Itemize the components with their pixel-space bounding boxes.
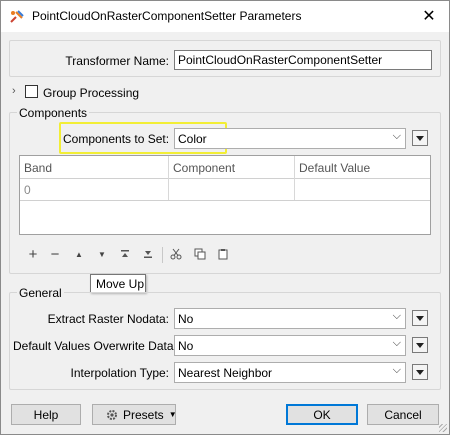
move-down-icon[interactable]: ▼: [95, 247, 109, 261]
interpolation-value: Nearest Neighbor: [178, 366, 273, 380]
parameters-dialog: PointCloudOnRasterComponentSetter Parame…: [0, 0, 450, 435]
overwrite-value: No: [178, 339, 194, 353]
components-table: Band Component Default Value 0: [19, 155, 431, 235]
gear-icon: [105, 408, 119, 422]
paste-icon[interactable]: [216, 247, 230, 261]
resize-grip[interactable]: [439, 424, 447, 432]
add-icon[interactable]: +: [26, 246, 40, 263]
close-icon[interactable]: ✕: [415, 4, 443, 28]
group-processing-label: Group Processing: [43, 86, 140, 100]
interpolation-select[interactable]: Nearest Neighbor ⌵: [174, 362, 406, 383]
group-processing-checkbox[interactable]: [25, 85, 38, 98]
triangle-down-icon: [416, 315, 424, 321]
triangle-down-icon: ▼: [168, 410, 177, 419]
cut-icon[interactable]: [169, 247, 183, 261]
triangle-down-icon: [416, 369, 424, 375]
chevron-down-icon: ⌵: [392, 364, 401, 376]
table-row[interactable]: 0: [20, 178, 430, 201]
column-divider: [294, 156, 295, 178]
presets-button[interactable]: Presets ▼: [92, 404, 177, 425]
cell-band: 0: [24, 183, 31, 197]
chevron-down-icon: ⌵: [392, 337, 401, 349]
transformer-name-input[interactable]: PointCloudOnRasterComponentSetter: [174, 50, 432, 70]
toolbar-separator: [162, 247, 163, 263]
extract-nodata-menu-button[interactable]: [412, 310, 428, 326]
title-bar: PointCloudOnRasterComponentSetter Parame…: [1, 1, 449, 32]
move-to-bottom-icon[interactable]: [141, 247, 155, 261]
move-to-top-icon[interactable]: [118, 247, 132, 261]
overwrite-menu-button[interactable]: [412, 337, 428, 353]
presets-label: Presets: [123, 407, 164, 422]
tooltip: Move Up: [90, 274, 146, 293]
move-up-icon[interactable]: ▲: [72, 247, 86, 261]
components-to-set-select[interactable]: Color ⌵: [174, 128, 406, 149]
table-header: Band Component Default Value: [20, 156, 430, 179]
ok-button[interactable]: OK: [286, 404, 358, 425]
dialog-body: Transformer Name: PointCloudOnRasterComp…: [1, 32, 449, 434]
tooltip-text: Move Up: [96, 277, 145, 291]
components-heading: Components: [17, 106, 90, 120]
interpolation-menu-button[interactable]: [412, 364, 428, 380]
column-header-default-value: Default Value: [299, 161, 371, 175]
overwrite-select[interactable]: No ⌵: [174, 335, 406, 356]
window-title: PointCloudOnRasterComponentSetter Parame…: [32, 9, 302, 23]
triangle-down-icon: [416, 135, 424, 141]
column-divider: [294, 178, 295, 200]
chevron-down-icon: ⌵: [392, 310, 401, 322]
column-header-band: Band: [24, 161, 53, 175]
triangle-down-icon: [416, 342, 424, 348]
components-to-set-menu-button[interactable]: [412, 130, 428, 146]
chevron-down-icon: ⌵: [392, 130, 401, 142]
extract-nodata-select[interactable]: No ⌵: [174, 308, 406, 329]
column-divider: [168, 156, 169, 178]
components-to-set-label: Components to Set:: [63, 132, 170, 146]
transformer-name-label: Transformer Name:: [65, 54, 169, 68]
interpolation-label: Interpolation Type:: [70, 366, 169, 380]
components-to-set-value: Color: [178, 132, 207, 146]
help-button[interactable]: Help: [11, 404, 81, 425]
overwrite-label: Default Values Overwrite Data:: [13, 339, 177, 353]
general-heading: General: [17, 286, 64, 300]
cancel-button[interactable]: Cancel: [367, 404, 439, 425]
fme-transformer-icon: [9, 9, 25, 25]
remove-icon[interactable]: −: [48, 246, 62, 263]
column-divider: [168, 178, 169, 200]
extract-nodata-value: No: [178, 312, 194, 326]
column-header-component: Component: [173, 161, 236, 175]
copy-icon[interactable]: [193, 247, 207, 261]
extract-nodata-label: Extract Raster Nodata:: [47, 312, 169, 326]
chevron-right-icon[interactable]: ›: [12, 85, 16, 97]
